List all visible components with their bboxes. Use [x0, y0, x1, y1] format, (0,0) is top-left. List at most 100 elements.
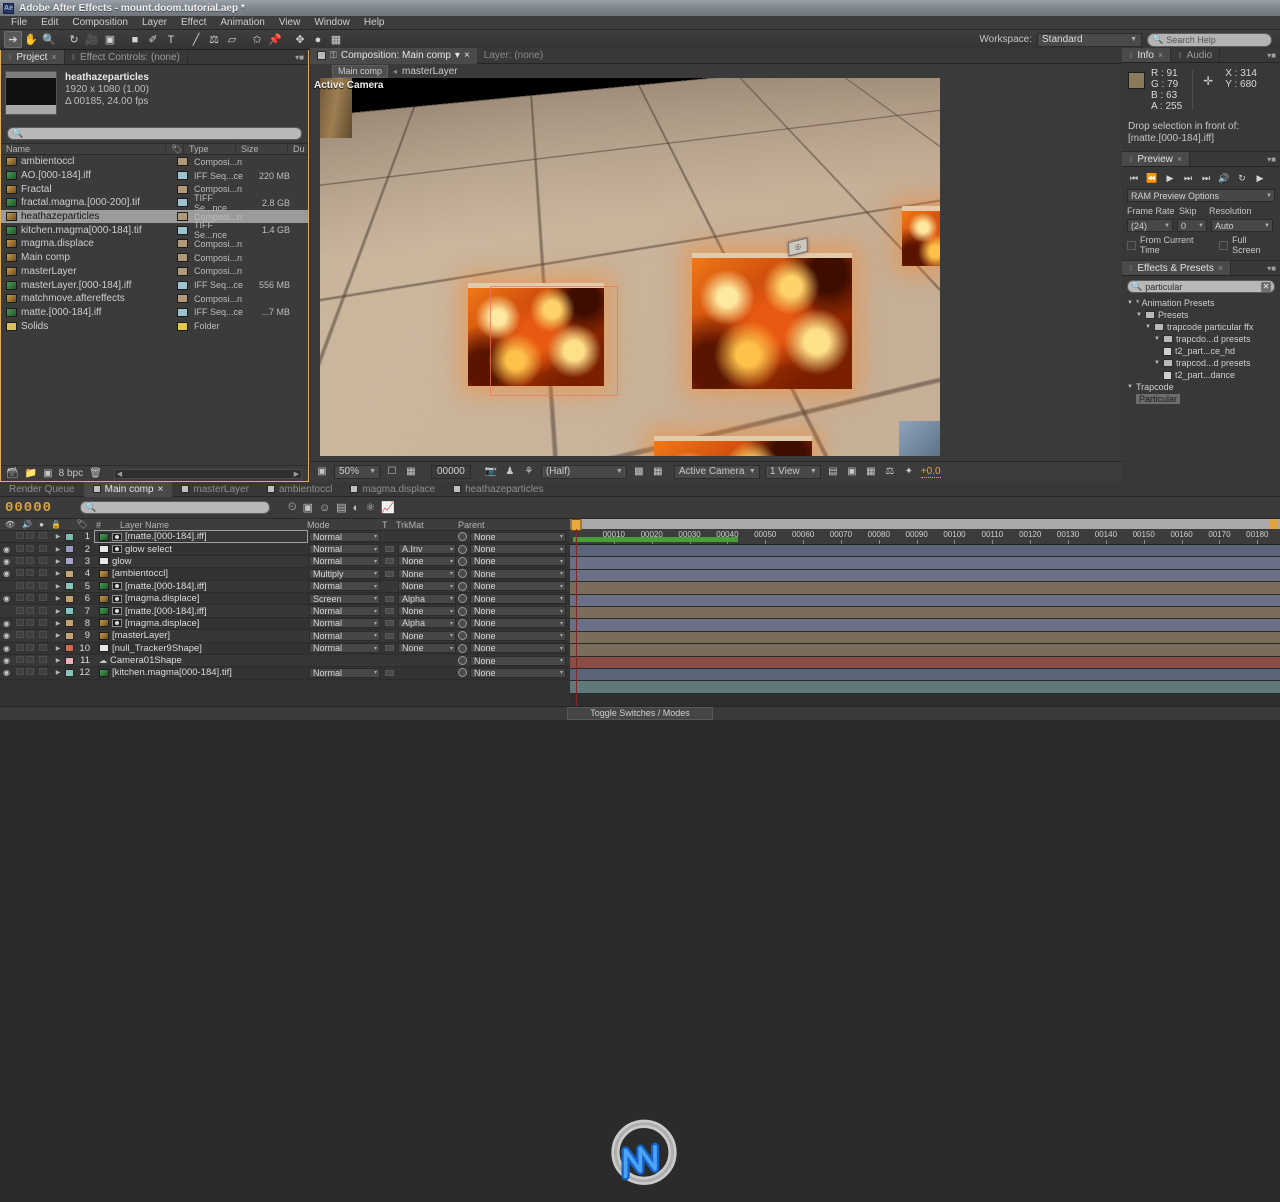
graph-editor-icon[interactable]: 📈 [381, 501, 395, 514]
parent-select[interactable]: None ▾ [470, 643, 566, 654]
label-color-swatch[interactable] [177, 212, 188, 222]
solo-toggle-icon[interactable] [26, 655, 39, 666]
layer-duration-bar[interactable] [570, 619, 1280, 632]
preserve-transparency-toggle[interactable] [382, 608, 396, 615]
solo-toggle-icon[interactable] [26, 544, 39, 555]
parent-select[interactable]: None ▾ [470, 606, 566, 617]
clone-stamp-tool-icon[interactable]: ⚖ [205, 31, 223, 48]
delete-icon[interactable]: 🗑 [89, 468, 102, 479]
lock-toggle-icon[interactable] [39, 568, 52, 579]
next-frame-icon[interactable]: ⏭ [1180, 171, 1196, 185]
parent-cell[interactable]: None ▾ [458, 544, 570, 555]
parent-cell[interactable]: None ▾ [458, 581, 570, 592]
panel-tab-project[interactable]: ‖ Project × [1, 50, 65, 64]
timeline-layer-row[interactable]: ◉ ▶ 9 [masterLayer] Normal ▾ None ▾ None ▾ [0, 630, 570, 643]
last-frame-icon[interactable]: ⏭ [1198, 171, 1214, 185]
preserve-transparency-toggle[interactable] [382, 558, 396, 565]
close-icon[interactable]: × [464, 50, 470, 61]
roto-brush-tool-icon[interactable]: ✩ [248, 31, 266, 48]
label-color-swatch[interactable] [177, 253, 188, 263]
solo-toggle-icon[interactable] [26, 556, 39, 567]
menu-item-edit[interactable]: Edit [34, 16, 65, 30]
layer-duration-bar[interactable] [570, 631, 1280, 645]
menu-item-view[interactable]: View [272, 16, 308, 30]
label-color-swatch[interactable] [177, 266, 188, 276]
track-matte-select[interactable]: None ▾ [398, 606, 456, 617]
layer-mode-cell[interactable]: Normal ▾ [307, 630, 382, 641]
layer-label-color[interactable] [64, 607, 75, 616]
work-area-bar[interactable] [570, 519, 1280, 529]
project-list-item[interactable]: kitchen.magma[000-184].tif TIFF Se...nce 1… [1, 220, 308, 240]
menu-item-composition[interactable]: Composition [65, 16, 135, 30]
preserve-transparency-toggle[interactable] [382, 570, 396, 577]
parent-pick-whip-icon[interactable] [458, 618, 467, 628]
project-list-item[interactable]: AO.[000-184].iff IFF Seq...ce 220 MB [1, 169, 308, 183]
audio-toggle-icon[interactable] [13, 631, 26, 640]
layer-label-color[interactable] [64, 594, 75, 603]
audio-icon[interactable]: 🔊 [1216, 171, 1232, 185]
from-current-time-checkbox[interactable] [1127, 240, 1136, 250]
close-icon[interactable]: × [51, 52, 56, 62]
pixel-aspect-icon[interactable]: ▤ [826, 465, 840, 479]
panel-menu-icon[interactable]: ▾■ [1263, 152, 1280, 166]
layer-name-cell[interactable]: [matte.[000-184].iff] [94, 530, 308, 544]
always-preview-icon[interactable]: ▣ [315, 465, 329, 479]
layer-name-cell[interactable]: glow [95, 556, 307, 567]
parent-select[interactable]: None ▾ [470, 593, 566, 604]
track-matte-cell[interactable]: None ▾ [396, 606, 458, 617]
effects-tree-item[interactable]: ▼ * Animation Presets [1127, 297, 1275, 309]
lock-toggle-icon[interactable] [39, 606, 52, 617]
timeline-layer-row[interactable]: ◉ ▶ 6 [magma.displace] Screen ▾ Alpha ▾ None ▾ [0, 592, 570, 606]
track-matte-select[interactable]: A.Inv ▾ [398, 544, 456, 555]
timeline-tab[interactable]: masterLayer [172, 482, 258, 497]
layer-label-color[interactable] [64, 619, 75, 628]
solo-toggle-icon[interactable] [26, 606, 39, 617]
audio-toggle-icon[interactable] [13, 643, 26, 653]
pen-tool-icon[interactable]: ✐ [144, 31, 162, 48]
effects-tree-item[interactable]: ▼ Presets [1127, 309, 1275, 321]
parent-select[interactable]: None ▾ [470, 568, 566, 579]
parent-cell[interactable]: None ▾ [458, 556, 570, 567]
audio-toggle-icon[interactable] [13, 606, 26, 616]
expand-layer-triangle-icon[interactable]: ▶ [52, 595, 64, 602]
blend-mode-select[interactable]: Normal ▾ [309, 544, 380, 555]
layer-mode-cell[interactable]: Screen ▾ [307, 593, 382, 604]
layer-label-color[interactable] [64, 668, 75, 677]
solo-toggle-icon[interactable] [26, 581, 39, 592]
exposure-value[interactable]: +0.0 [920, 466, 941, 478]
panel-menu-icon[interactable]: ▾■ [1263, 48, 1280, 62]
track-matte-cell[interactable]: A.Inv ▾ [396, 544, 458, 555]
parent-cell[interactable]: None ▾ [458, 630, 570, 641]
layer-name-cell[interactable]: ☁ Camera01Shape [95, 655, 307, 666]
timeline-tab[interactable]: heathazeparticles [444, 482, 552, 497]
audio-toggle-icon[interactable] [13, 532, 26, 541]
video-visibility-icon[interactable]: ◉ [0, 619, 13, 628]
blend-mode-select[interactable]: Normal ▾ [309, 556, 380, 567]
expand-layer-triangle-icon[interactable]: ▶ [52, 608, 64, 615]
column-size[interactable]: Size [236, 143, 288, 155]
preview-resolution-select[interactable]: Auto ▼ [1211, 219, 1273, 232]
preserve-transparency-toggle[interactable] [382, 645, 396, 652]
track-matte-select[interactable]: None ▾ [398, 556, 456, 567]
project-list-item[interactable]: Main comp Composi...n [1, 251, 308, 265]
grid-guides-icon[interactable]: ▦ [404, 465, 418, 479]
frame-rate-select[interactable]: (24) ▼ [1127, 219, 1173, 232]
lock-toggle-icon[interactable] [39, 581, 52, 592]
panel-tab-preview[interactable]: ‖ Preview × [1122, 152, 1191, 166]
project-list-item[interactable]: Fractal Composi...n [1, 182, 308, 196]
menu-item-window[interactable]: Window [307, 16, 357, 30]
project-list-item[interactable]: matchmove.aftereffects Composi...n [1, 292, 308, 306]
composition-viewport[interactable]: ◎ ◎ [320, 78, 940, 456]
parent-pick-whip-icon[interactable] [458, 594, 467, 604]
comp-flowchart-icon[interactable]: ⚖ [883, 465, 897, 479]
effects-tree-item[interactable]: ▼ trapcode particular ffx [1127, 321, 1275, 333]
timeline-layer-row[interactable]: ◉ ▶ 12 [kitchen.magma[000-184].tif] Normal ▾ N… [0, 667, 570, 680]
label-color-swatch[interactable] [177, 184, 188, 194]
parent-cell[interactable]: None ▾ [458, 667, 570, 678]
track-matte-select[interactable]: None ▾ [398, 630, 456, 641]
project-list-item[interactable]: magma.displace Composi...n [1, 237, 308, 251]
layer-name-cell[interactable]: [matte.[000-184].iff] [95, 606, 307, 617]
preserve-transparency-toggle[interactable] [382, 669, 396, 676]
channel-select-icon[interactable]: ⚘ [522, 465, 536, 479]
layer-name-cell[interactable]: [magma.displace] [95, 593, 307, 604]
